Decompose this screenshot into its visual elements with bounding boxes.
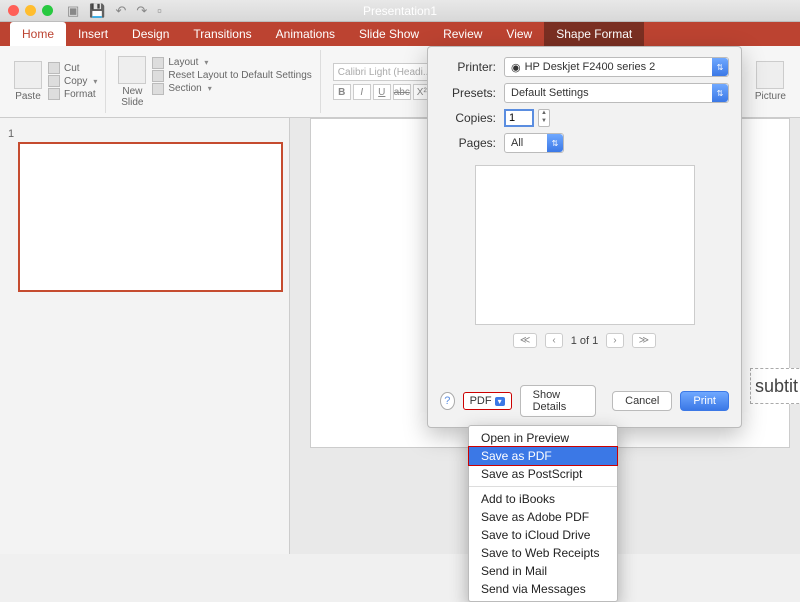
ribbon-tabs: Home Insert Design Transitions Animation… <box>0 22 800 46</box>
printer-status-icon: ◉ <box>511 61 521 74</box>
menu-save-as-adobe-pdf[interactable]: Save as Adobe PDF <box>469 508 617 526</box>
menu-open-in-preview[interactable]: Open in Preview <box>469 429 617 447</box>
menu-save-as-postscript[interactable]: Save as PostScript <box>469 465 617 483</box>
subtitle-placeholder[interactable]: subtit <box>750 368 800 404</box>
italic-button[interactable]: I <box>353 84 371 100</box>
paste-button[interactable]: Paste <box>14 61 42 102</box>
new-slide-icon <box>118 56 146 84</box>
reset-icon <box>152 70 164 82</box>
clipboard-group: Paste Cut Copy▾ Format <box>6 50 106 113</box>
page-navigator: ≪ ‹ 1 of 1 › ≫ <box>440 333 729 348</box>
zoom-window-button[interactable] <box>42 5 53 16</box>
paste-label: Paste <box>15 91 41 102</box>
slides-group: New Slide Layout▾ Reset Layout to Defaul… <box>110 50 320 113</box>
section-button[interactable]: Section▾ <box>152 83 311 95</box>
tab-shape-format[interactable]: Shape Format <box>544 22 644 46</box>
printer-value: HP Deskjet F2400 series 2 <box>525 61 656 73</box>
printer-label: Printer: <box>440 60 496 74</box>
print-button[interactable]: Print <box>680 391 729 411</box>
qat-presentation-icon[interactable]: ▣ <box>67 3 79 19</box>
qat-redo-icon[interactable]: ↷ <box>136 3 147 19</box>
minimize-window-button[interactable] <box>25 5 36 16</box>
next-page-button[interactable]: › <box>606 333 623 348</box>
prev-page-button[interactable]: ‹ <box>545 333 562 348</box>
copies-label: Copies: <box>440 111 496 125</box>
last-page-button[interactable]: ≫ <box>632 333 656 348</box>
show-details-button[interactable]: Show Details <box>520 385 597 417</box>
cut-icon <box>48 62 60 74</box>
pdf-label: PDF <box>470 395 492 407</box>
bold-button[interactable]: B <box>333 84 351 100</box>
print-dialog: Printer: ◉ HP Deskjet F2400 series 2 ⇅ P… <box>427 46 742 428</box>
cut-button[interactable]: Cut <box>48 62 97 74</box>
paste-icon <box>14 61 42 89</box>
first-page-button[interactable]: ≪ <box>513 333 537 348</box>
pdf-dropdown-menu: Open in Preview Save as PDF Save as Post… <box>468 425 618 602</box>
chevron-updown-icon: ⇅ <box>712 58 728 76</box>
picture-group: Picture <box>747 50 794 113</box>
new-slide-label: New Slide <box>121 86 143 108</box>
pages-label: Pages: <box>440 136 496 150</box>
tab-home[interactable]: Home <box>10 22 66 46</box>
quick-access-toolbar: ▣ 💾 ↶ ↷ ▫ <box>67 3 162 19</box>
slide-thumbnail-pane: 1 <box>0 118 290 554</box>
layout-button[interactable]: Layout▾ <box>152 57 311 69</box>
pdf-dropdown-button[interactable]: PDF ▾ <box>463 392 512 410</box>
layout-icon <box>152 57 164 69</box>
reset-layout-button[interactable]: Reset Layout to Default Settings <box>152 70 311 82</box>
tab-view[interactable]: View <box>494 22 544 46</box>
document-title: Presentation1 <box>363 4 437 18</box>
copy-button[interactable]: Copy▾ <box>48 75 97 87</box>
copies-input[interactable] <box>504 109 534 127</box>
strikethrough-button[interactable]: abc <box>393 84 411 100</box>
chevron-updown-icon: ⇅ <box>712 84 728 102</box>
chevron-down-icon: ▾ <box>495 397 505 406</box>
menu-save-as-pdf[interactable]: Save as PDF <box>469 447 617 465</box>
presets-select[interactable]: Default Settings ⇅ <box>504 83 729 103</box>
tab-transitions[interactable]: Transitions <box>181 22 263 46</box>
new-slide-button[interactable]: New Slide <box>118 56 146 108</box>
picture-icon <box>756 61 784 89</box>
copies-stepper[interactable]: ▲▼ <box>538 109 550 127</box>
presets-label: Presets: <box>440 86 496 100</box>
tab-slideshow[interactable]: Slide Show <box>347 22 431 46</box>
menu-save-to-icloud[interactable]: Save to iCloud Drive <box>469 526 617 544</box>
tab-design[interactable]: Design <box>120 22 181 46</box>
slide-thumbnail-1[interactable] <box>18 142 283 292</box>
menu-add-to-ibooks[interactable]: Add to iBooks <box>469 490 617 508</box>
help-button[interactable]: ? <box>440 392 455 410</box>
close-window-button[interactable] <box>8 5 19 16</box>
print-preview <box>475 165 695 325</box>
slide-number: 1 <box>8 128 14 140</box>
cancel-button[interactable]: Cancel <box>612 391 672 411</box>
menu-separator <box>469 486 617 487</box>
menu-send-via-messages[interactable]: Send via Messages <box>469 580 617 598</box>
window-titlebar: ▣ 💾 ↶ ↷ ▫ Presentation1 <box>0 0 800 22</box>
section-icon <box>152 83 164 95</box>
chevron-updown-icon: ⇅ <box>547 134 563 152</box>
printer-select[interactable]: ◉ HP Deskjet F2400 series 2 ⇅ <box>504 57 729 77</box>
page-indicator: 1 of 1 <box>571 335 599 347</box>
qat-save-icon[interactable]: 💾 <box>89 3 105 19</box>
menu-send-in-mail[interactable]: Send in Mail <box>469 562 617 580</box>
pages-value: All <box>511 137 523 149</box>
format-icon <box>48 88 60 100</box>
qat-new-icon[interactable]: ▫ <box>157 3 162 19</box>
menu-save-to-web-receipts[interactable]: Save to Web Receipts <box>469 544 617 562</box>
picture-button[interactable]: Picture <box>755 61 786 102</box>
picture-label: Picture <box>755 91 786 102</box>
pages-select[interactable]: All ⇅ <box>504 133 564 153</box>
tab-review[interactable]: Review <box>431 22 494 46</box>
format-painter-button[interactable]: Format <box>48 88 97 100</box>
copy-icon <box>48 75 60 87</box>
underline-button[interactable]: U <box>373 84 391 100</box>
tab-animations[interactable]: Animations <box>264 22 347 46</box>
tab-insert[interactable]: Insert <box>66 22 120 46</box>
traffic-lights <box>8 5 53 16</box>
qat-undo-icon[interactable]: ↶ <box>115 3 126 19</box>
presets-value: Default Settings <box>511 87 589 99</box>
